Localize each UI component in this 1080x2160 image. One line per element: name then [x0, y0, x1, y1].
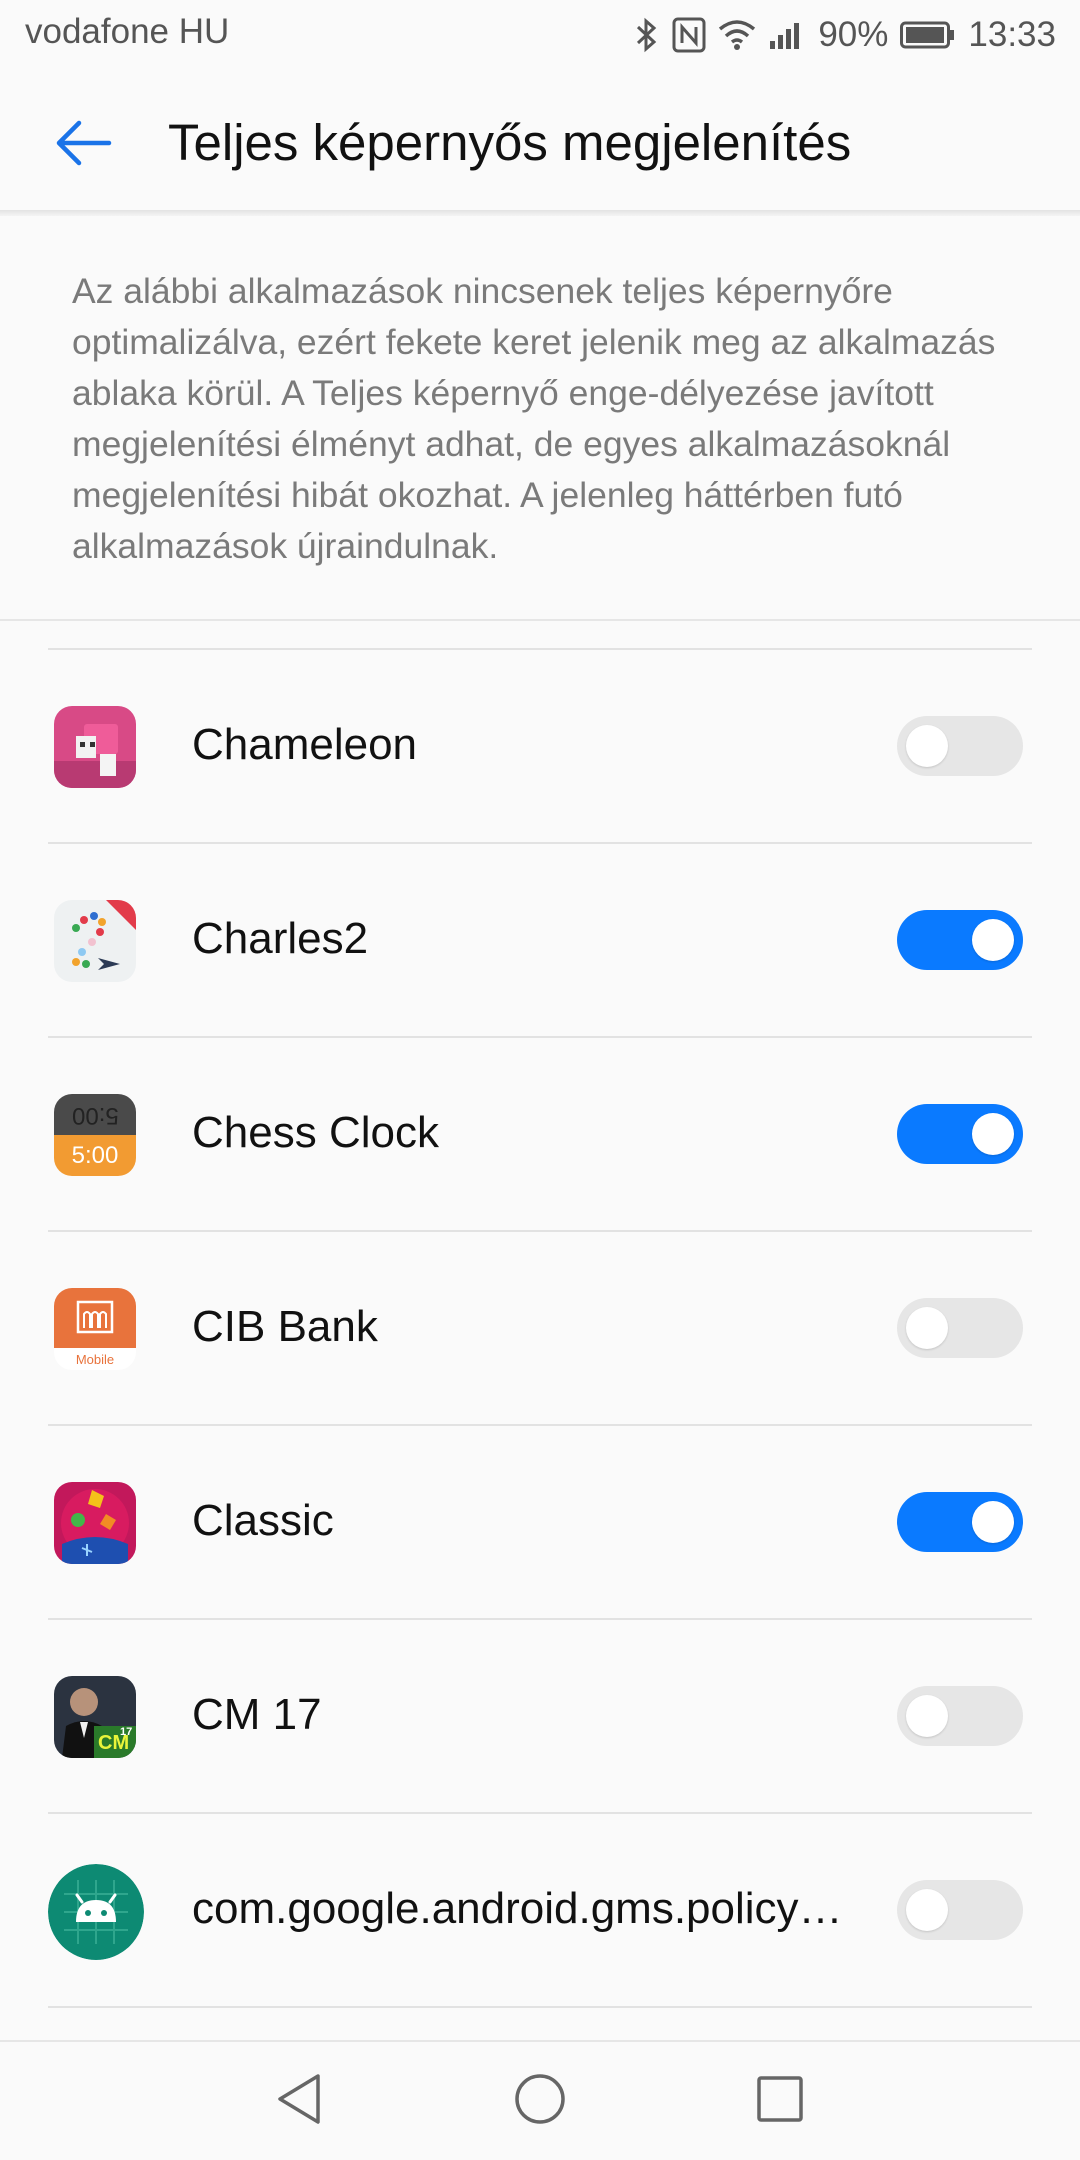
toggle-knob: [906, 1695, 948, 1737]
nfc-icon: [672, 17, 706, 53]
android-icon: [48, 1864, 144, 1960]
recents-square-icon: [755, 2074, 805, 2129]
fullscreen-toggle[interactable]: [897, 716, 1023, 776]
toggle-knob: [972, 1113, 1014, 1155]
app-bar: Teljes képernyős megjelenítés: [0, 75, 1080, 213]
list-item-cm17[interactable]: CM 17 CM 17: [0, 1620, 1080, 1814]
cib-bank-icon: Mobile: [54, 1288, 136, 1370]
list-item-charles2[interactable]: Charles2: [0, 844, 1080, 1038]
toggle-knob: [906, 1889, 948, 1931]
app-name: Classic: [192, 1496, 334, 1545]
back-arrow-icon: [53, 118, 113, 173]
toggle-knob: [906, 1307, 948, 1349]
fullscreen-toggle[interactable]: [897, 1880, 1023, 1940]
app-bar-divider: [0, 210, 1080, 216]
home-circle-icon: [513, 2072, 567, 2131]
status-icons: 90% 13:33: [634, 10, 1056, 60]
list-item-chess-clock[interactable]: 5:00 5:00 Chess Clock: [0, 1038, 1080, 1232]
fullscreen-toggle[interactable]: [897, 1298, 1023, 1358]
chess-clock-icon: 5:00 5:00: [54, 1094, 136, 1176]
signal-icon: [768, 19, 806, 51]
charles2-icon: [54, 900, 136, 982]
nav-recents-button[interactable]: [740, 2066, 820, 2136]
list-item-gms-policy[interactable]: com.google.android.gms.policy…: [0, 1814, 1080, 2008]
chess-clock-top-time: 5:00: [71, 1101, 119, 1129]
battery-percent: 90%: [818, 15, 889, 54]
fullscreen-toggle[interactable]: [897, 910, 1023, 970]
toggle-knob: [972, 1501, 1014, 1543]
status-bar: vodafone HU 90% 13:33: [0, 0, 1080, 75]
nav-back-button[interactable]: [259, 2066, 339, 2136]
back-button[interactable]: [38, 105, 128, 185]
app-name: com.google.android.gms.policy…: [192, 1884, 843, 1933]
toggle-knob: [906, 725, 948, 767]
section-divider: [0, 619, 1080, 621]
page-title: Teljes képernyős megjelenítés: [168, 114, 852, 171]
list-item-cib-bank[interactable]: Mobile CIB Bank: [0, 1232, 1080, 1426]
app-name: Charles2: [192, 914, 369, 963]
app-name: CIB Bank: [192, 1302, 378, 1351]
app-name: Chess Clock: [192, 1108, 439, 1157]
cm17-icon: CM 17: [54, 1676, 136, 1758]
classic-icon: [54, 1482, 136, 1564]
chess-clock-bottom: 5:00: [54, 1135, 136, 1176]
cm-logo-badge: 17: [120, 1726, 133, 1738]
app-name: Chameleon: [192, 720, 418, 769]
status-time: 13:33: [968, 15, 1056, 54]
list-item-chameleon[interactable]: Chameleon: [0, 650, 1080, 844]
app-name: CM 17: [192, 1690, 322, 1739]
cib-mobile-label: Mobile: [54, 1348, 136, 1370]
cib-logo-area: [54, 1288, 136, 1348]
back-triangle-icon: [274, 2072, 324, 2131]
nav-home-button[interactable]: [500, 2066, 580, 2136]
chess-clock-top: 5:00: [54, 1094, 136, 1135]
list-item-classic[interactable]: Classic: [0, 1426, 1080, 1620]
toggle-knob: [972, 919, 1014, 961]
carrier-label: vodafone HU: [25, 12, 230, 51]
fullscreen-toggle[interactable]: [897, 1104, 1023, 1164]
battery-icon: [900, 20, 956, 50]
fullscreen-toggle[interactable]: [897, 1686, 1023, 1746]
description-text: Az alábbi alkalmazások nincsenek teljes …: [72, 271, 996, 566]
fullscreen-toggle[interactable]: [897, 1492, 1023, 1552]
wifi-icon: [718, 19, 756, 51]
chess-clock-bottom-time: 5:00: [71, 1141, 119, 1169]
navigation-bar: [0, 2040, 1080, 2160]
list-divider: [48, 2006, 1032, 2008]
cib-mobile-text: Mobile: [75, 1351, 115, 1367]
chameleon-icon: [54, 706, 136, 788]
bluetooth-icon: [634, 16, 660, 54]
